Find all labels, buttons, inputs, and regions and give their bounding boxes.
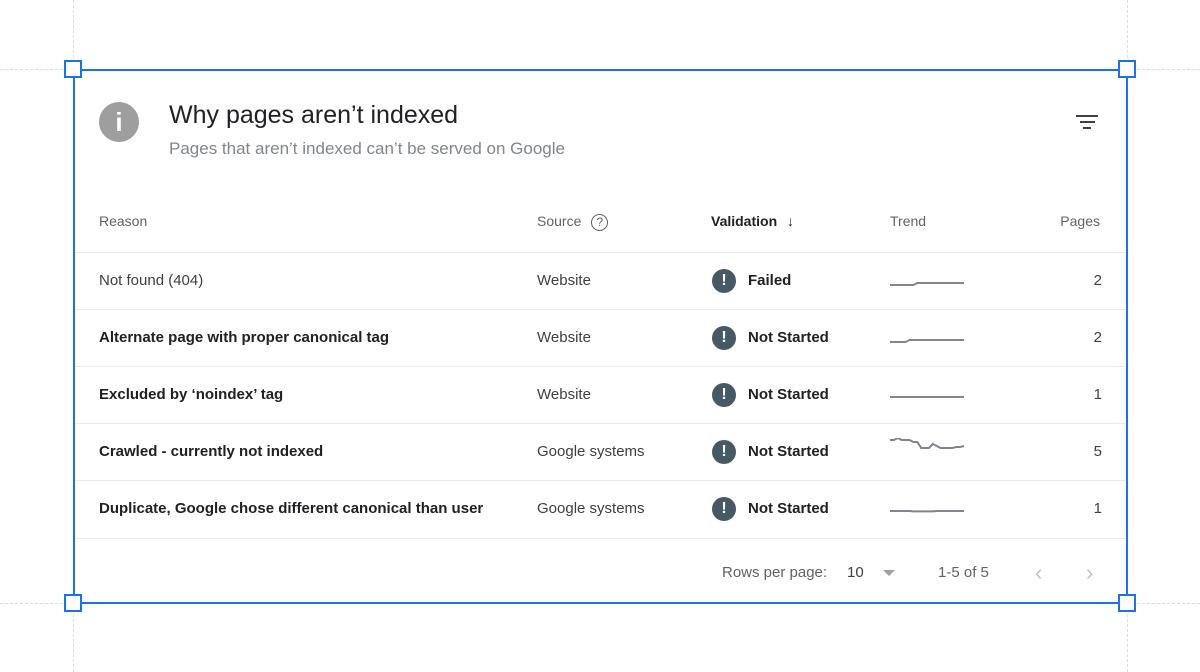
trend-sparkline xyxy=(890,339,964,343)
trend-sparkline xyxy=(890,438,965,449)
card-subtitle: Pages that aren’t indexed can’t be serve… xyxy=(169,139,565,158)
reason-cell: Duplicate, Google chose different canoni… xyxy=(99,500,484,517)
validation-status: Not Started xyxy=(748,386,829,403)
source-cell: Google systems xyxy=(537,443,645,460)
pages-count: 2 xyxy=(1093,329,1102,346)
info-icon: i xyxy=(99,102,139,142)
rows-per-page-label: Rows per page: xyxy=(722,564,828,581)
header-reason[interactable]: Reason xyxy=(99,213,147,229)
header-validation-label: Validation xyxy=(711,213,778,229)
trend-sparkline xyxy=(890,396,964,398)
pages-count: 1 xyxy=(1093,386,1102,403)
trend-line xyxy=(890,282,964,286)
trend-sparkline xyxy=(890,282,964,286)
resize-handle-bottom-left[interactable] xyxy=(64,594,82,612)
header-trend: Trend xyxy=(890,213,927,229)
arrow-down-icon: ↓ xyxy=(787,213,795,229)
source-cell: Website xyxy=(537,386,591,403)
validation-status: Not Started xyxy=(748,329,829,346)
header-source[interactable]: Source? xyxy=(537,213,609,231)
source-cell: Google systems xyxy=(537,500,645,517)
source-cell: Website xyxy=(537,272,591,289)
resize-handle-top-left[interactable] xyxy=(64,60,82,78)
trend-line xyxy=(890,438,965,449)
filter-icon[interactable] xyxy=(1075,115,1099,133)
source-cell: Website xyxy=(537,329,591,346)
warning-icon: ! xyxy=(712,383,736,407)
dropdown-arrow-icon xyxy=(883,570,895,576)
table-row[interactable]: Excluded by ‘noindex’ tag Website! Not Sta… xyxy=(75,366,1126,423)
pages-count: 1 xyxy=(1093,500,1102,517)
pagination-range: 1-5 of 5 xyxy=(938,564,989,581)
table-row[interactable]: Alternate page with proper canonical tag… xyxy=(75,309,1126,366)
warning-icon: ! xyxy=(712,497,736,521)
validation-status: Not Started xyxy=(748,500,829,517)
validation-status: Failed xyxy=(748,272,792,289)
warning-icon: ! xyxy=(712,326,736,350)
resize-handle-top-right[interactable] xyxy=(1118,60,1136,78)
table-row[interactable]: Duplicate, Google chose different canoni… xyxy=(75,480,1126,537)
table-row[interactable]: Not found (404) Website! Failed 2 xyxy=(75,252,1126,309)
warning-icon: ! xyxy=(712,440,736,464)
rows-per-page-value: 10 xyxy=(847,564,864,581)
header-source-label: Source xyxy=(537,213,582,229)
pages-count: 5 xyxy=(1093,443,1102,460)
card-title: Why pages aren’t indexed xyxy=(169,101,459,129)
previous-page-button[interactable]: ‹ xyxy=(1035,553,1042,593)
warning-icon: ! xyxy=(712,269,736,293)
reason-cell: Not found (404) xyxy=(99,272,204,289)
why-pages-not-indexed-card: i Why pages aren’t indexed Pages that ar… xyxy=(73,69,1128,604)
header-pages[interactable]: Pages xyxy=(1060,213,1100,229)
trend-line xyxy=(890,339,964,343)
reason-cell: Alternate page with proper canonical tag xyxy=(99,329,390,346)
trend-sparkline xyxy=(890,510,964,513)
pages-count: 2 xyxy=(1093,272,1102,289)
next-page-button[interactable]: › xyxy=(1086,553,1093,593)
table-row[interactable]: Crawled - currently not indexed Google sy… xyxy=(75,423,1126,480)
help-icon[interactable]: ? xyxy=(591,213,609,231)
resize-handle-bottom-right[interactable] xyxy=(1118,594,1136,612)
rows-per-page-select[interactable]: 10 xyxy=(847,553,905,593)
table-bottom-divider xyxy=(75,538,1126,539)
reason-cell: Crawled - currently not indexed xyxy=(99,443,324,460)
header-validation[interactable]: Validation ↓ xyxy=(711,213,794,229)
reason-cell: Excluded by ‘noindex’ tag xyxy=(99,386,284,403)
validation-status: Not Started xyxy=(748,443,829,460)
